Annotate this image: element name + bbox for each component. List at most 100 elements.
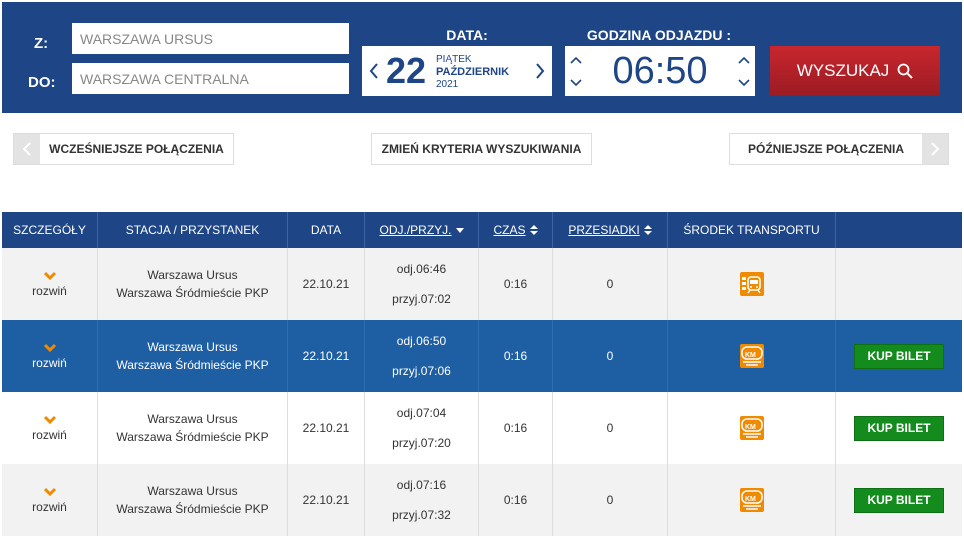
to-station: Warszawa Śródmieście PKP xyxy=(116,430,269,444)
stations-cell: Warszawa Ursus Warszawa Śródmieście PKP xyxy=(98,248,288,320)
search-panel: Z: DO: DATA: 22 PIĄTEK PAŹDZIERNIK 2021 … xyxy=(2,2,962,113)
departure-time-cell: odj.07:04 xyxy=(396,406,447,420)
chevron-up-icon xyxy=(570,56,582,64)
km-train-icon: KM xyxy=(739,344,764,368)
date-cell: 22.10.21 xyxy=(288,248,365,320)
expand-button[interactable]: rozwiń xyxy=(2,248,98,320)
to-station-input[interactable] xyxy=(72,63,349,94)
next-day-button[interactable] xyxy=(530,46,550,96)
buy-ticket-button[interactable]: KUP BILET xyxy=(854,487,944,513)
buy-cell xyxy=(836,248,962,320)
chevron-right-icon xyxy=(536,63,545,79)
km-train-icon: KM xyxy=(739,416,764,440)
expand-button[interactable]: rozwiń xyxy=(2,464,98,536)
earlier-arrow xyxy=(14,134,40,164)
expand-label: rozwiń xyxy=(32,355,67,370)
from-label: Z: xyxy=(34,35,49,52)
sort-icon xyxy=(529,225,538,235)
buy-ticket-button[interactable]: KUP BILET xyxy=(854,343,944,369)
date-picker[interactable]: 22 PIĄTEK PAŹDZIERNIK 2021 xyxy=(362,46,552,96)
transfers-cell: 0 xyxy=(553,464,668,536)
chevron-down-icon xyxy=(43,487,56,496)
arrival-time-cell: przyj.07:02 xyxy=(392,292,451,306)
km-train-icon: KM xyxy=(739,488,764,512)
chevron-left-icon xyxy=(23,142,31,156)
transport-cell: KM xyxy=(668,320,836,392)
earlier-connections-label: WCZEŚNIEJSZE POŁĄCZENIA xyxy=(49,142,224,156)
date-label: DATA: xyxy=(446,27,488,43)
departure-time-cell: odj.06:46 xyxy=(396,262,447,276)
time-picker[interactable]: 06:50 xyxy=(565,46,755,96)
svg-text:KM: KM xyxy=(745,496,756,503)
minute-up-button[interactable] xyxy=(735,49,753,71)
transfers-cell: 0 xyxy=(553,320,668,392)
to-label: DO: xyxy=(28,74,56,91)
header-transfers-sort[interactable]: PRZESIADKI xyxy=(553,212,668,248)
header-details: SZCZEGÓŁY xyxy=(2,212,98,248)
table-header: SZCZEGÓŁY STACJA / PRZYSTANEK DATA ODJ./… xyxy=(2,212,962,248)
later-connections-button[interactable]: PÓŹNIEJSZE POŁĄCZENIA xyxy=(729,133,949,165)
skm-train-icon xyxy=(739,272,764,296)
from-station: Warszawa Ursus xyxy=(147,412,238,426)
header-duration-sort[interactable]: CZAS xyxy=(479,212,553,248)
duration-cell: 0:16 xyxy=(479,248,553,320)
header-transport: ŚRODEK TRANSPORTU xyxy=(668,212,836,248)
date-month: PAŹDZIERNIK xyxy=(436,66,510,78)
chevron-up-icon xyxy=(738,56,750,64)
minute-down-button[interactable] xyxy=(735,72,753,94)
previous-day-button[interactable] xyxy=(364,46,384,96)
header-dep-arr-sort[interactable]: ODJ./PRZYJ. xyxy=(365,212,479,248)
date-weekday: PIĄTEK xyxy=(436,54,472,65)
buy-cell: KUP BILET xyxy=(836,392,962,464)
transport-cell xyxy=(668,248,836,320)
times-cell: odj.07:16 przyj.07:32 xyxy=(365,464,479,536)
header-station: STACJA / PRZYSTANEK xyxy=(98,212,288,248)
transfers-cell: 0 xyxy=(553,392,668,464)
date-day: 22 xyxy=(386,50,427,91)
duration-cell: 0:16 xyxy=(479,464,553,536)
search-button[interactable]: WYSZUKAJ xyxy=(770,46,940,96)
header-date: DATA xyxy=(288,212,365,248)
expand-button[interactable]: rozwiń xyxy=(2,392,98,464)
arrival-time-cell: przyj.07:20 xyxy=(392,436,451,450)
results-table: SZCZEGÓŁY STACJA / PRZYSTANEK DATA ODJ./… xyxy=(2,212,962,536)
later-arrow xyxy=(922,134,948,164)
stations-cell: Warszawa Ursus Warszawa Śródmieście PKP xyxy=(98,392,288,464)
change-criteria-button[interactable]: ZMIEŃ KRYTERIA WYSZUKIWANIA xyxy=(371,133,592,165)
buy-cell: KUP BILET xyxy=(836,464,962,536)
from-station: Warszawa Ursus xyxy=(147,268,238,282)
earlier-connections-button[interactable]: WCZEŚNIEJSZE POŁĄCZENIA xyxy=(13,133,234,165)
arrival-time-cell: przyj.07:32 xyxy=(392,508,451,522)
time-label: GODZINA ODJAZDU : xyxy=(586,27,732,43)
change-criteria-label: ZMIEŃ KRYTERIA WYSZUKIWANIA xyxy=(381,142,582,156)
expand-label: rozwiń xyxy=(32,427,67,442)
svg-text:KM: KM xyxy=(745,424,756,431)
sort-desc-icon xyxy=(455,228,464,233)
hour-up-button[interactable] xyxy=(567,49,585,71)
sort-icon xyxy=(643,225,652,235)
chevron-down-icon xyxy=(738,79,750,87)
table-row-selected: rozwiń Warszawa Ursus Warszawa Śródmieśc… xyxy=(2,320,962,392)
from-station-input[interactable] xyxy=(72,23,349,54)
times-cell: odj.07:04 przyj.07:20 xyxy=(365,392,479,464)
chevron-down-icon xyxy=(43,415,56,424)
expand-label: rozwiń xyxy=(32,499,67,514)
to-station: Warszawa Śródmieście PKP xyxy=(116,358,269,372)
chevron-right-icon xyxy=(931,142,939,156)
departure-time-cell: odj.07:16 xyxy=(396,478,447,492)
buy-ticket-button[interactable]: KUP BILET xyxy=(854,415,944,441)
chevron-down-icon xyxy=(43,271,56,280)
departure-time: 06:50 xyxy=(612,50,708,92)
stations-cell: Warszawa Ursus Warszawa Śródmieście PKP xyxy=(98,320,288,392)
search-button-label: WYSZUKAJ xyxy=(796,61,890,80)
transport-cell: KM xyxy=(668,464,836,536)
later-connections-label: PÓŹNIEJSZE POŁĄCZENIA xyxy=(747,142,905,156)
to-station: Warszawa Śródmieście PKP xyxy=(116,502,269,516)
table-row: rozwiń Warszawa Ursus Warszawa Śródmieśc… xyxy=(2,248,962,320)
from-station: Warszawa Ursus xyxy=(147,484,238,498)
expand-button[interactable]: rozwiń xyxy=(2,320,98,392)
chevron-left-icon xyxy=(369,63,378,79)
hour-down-button[interactable] xyxy=(567,72,585,94)
chevron-down-icon xyxy=(43,343,56,352)
duration-cell: 0:16 xyxy=(479,320,553,392)
